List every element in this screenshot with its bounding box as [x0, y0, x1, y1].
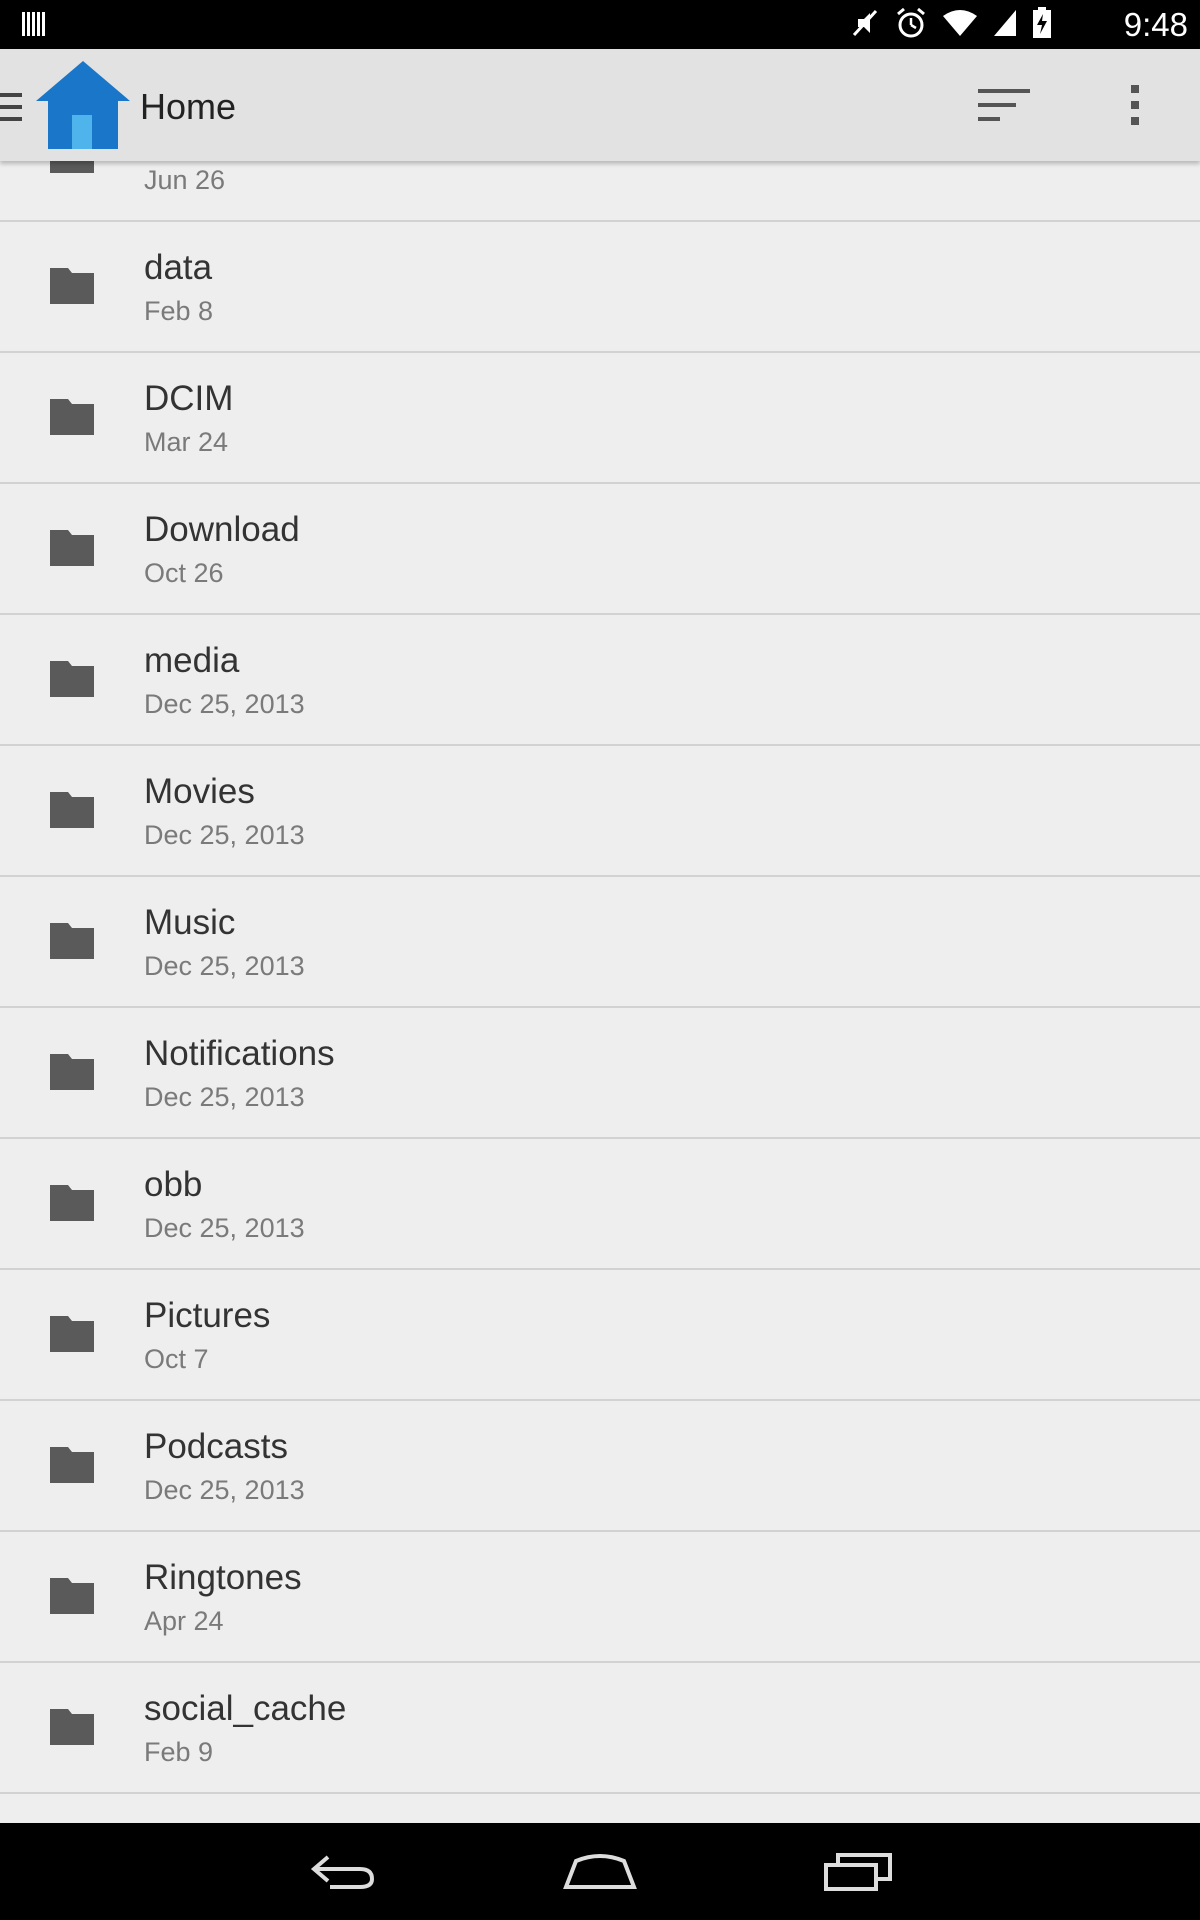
mute-icon: [850, 7, 880, 44]
folder-icon: [50, 399, 94, 435]
overflow-menu-icon[interactable]: [1110, 77, 1160, 133]
file-date: Dec 25, 2013: [144, 689, 305, 719]
file-row[interactable]: Podcasts Dec 25, 2013: [0, 1401, 1200, 1532]
file-date: Dec 25, 2013: [144, 820, 305, 850]
folder-icon: [50, 792, 94, 828]
file-name: Pictures: [144, 1296, 271, 1335]
folder-icon: [50, 661, 94, 697]
signal-icon: [992, 8, 1018, 43]
folder-icon: [50, 1316, 94, 1352]
folder-icon: [50, 1709, 94, 1745]
wifi-icon: [942, 8, 978, 43]
folder-icon: [50, 1447, 94, 1483]
clock: 9:48: [1123, 6, 1188, 43]
file-row[interactable]: DCIM Mar 24: [0, 353, 1200, 484]
file-row[interactable]: social_cache Feb 9: [0, 1663, 1200, 1794]
file-date: Dec 25, 2013: [144, 951, 305, 981]
folder-icon: [50, 530, 94, 566]
file-date: Jun 26: [144, 165, 226, 195]
file-name: Movies: [144, 772, 255, 811]
page-title: Home: [140, 86, 237, 127]
file-date: Dec 25, 2013: [144, 1082, 305, 1112]
file-row[interactable]: Download Oct 26: [0, 484, 1200, 615]
file-row[interactable]: Pictures Oct 7: [0, 1270, 1200, 1401]
file-date: Feb 8: [144, 296, 214, 326]
file-row[interactable]: data Feb 8: [0, 222, 1200, 353]
status-bar: 9:48: [0, 0, 1200, 49]
folder-icon: [50, 161, 94, 173]
back-icon[interactable]: [283, 1843, 403, 1899]
file-row[interactable]: Movies Dec 25, 2013: [0, 746, 1200, 877]
file-date: Oct 26: [144, 558, 224, 588]
file-row[interactable]: Notifications Dec 25, 2013: [0, 1008, 1200, 1139]
file-row[interactable]: Ringtones Apr 24: [0, 1532, 1200, 1663]
file-date: Dec 25, 2013: [144, 1213, 305, 1243]
folder-icon: [50, 268, 94, 304]
folder-icon: [50, 1578, 94, 1614]
file-name: Ringtones: [144, 1558, 302, 1597]
file-date: Feb 9: [144, 1737, 214, 1767]
file-date: Apr 24: [144, 1606, 224, 1636]
folder-icon: [50, 1185, 94, 1221]
home-icon[interactable]: [540, 1843, 660, 1899]
sort-icon[interactable]: [970, 77, 1040, 133]
home-folder-icon[interactable]: [34, 59, 132, 151]
file-name: Download: [144, 510, 300, 549]
file-name: Music: [144, 903, 236, 942]
folder-icon: [50, 923, 94, 959]
recent-apps-icon[interactable]: [798, 1843, 918, 1899]
file-name: media: [144, 641, 240, 680]
drawer-icon[interactable]: [0, 87, 22, 127]
battery-charging-icon: [1032, 6, 1052, 44]
file-name: Podcasts: [144, 1427, 288, 1466]
file-list[interactable]: Jun 26 data Feb 8 DCIM Mar 24 Download Oct 26 m…: [0, 161, 1200, 1823]
file-row[interactable]: Jun 26: [0, 161, 1200, 222]
file-name: obb: [144, 1165, 203, 1204]
alarm-icon: [894, 6, 928, 45]
folder-icon: [50, 1054, 94, 1090]
file-date: Oct 7: [144, 1344, 209, 1374]
file-name: social_cache: [144, 1689, 347, 1728]
file-date: Dec 25, 2013: [144, 1475, 305, 1505]
file-name: Notifications: [144, 1034, 335, 1073]
file-date: Mar 24: [144, 427, 229, 457]
action-bar: Home: [0, 49, 1200, 161]
file-name: DCIM: [144, 379, 234, 418]
file-row[interactable]: media Dec 25, 2013: [0, 615, 1200, 746]
barcode-icon: [20, 10, 48, 38]
file-row[interactable]: [0, 1794, 1200, 1823]
navigation-bar: [0, 1823, 1200, 1920]
file-row[interactable]: obb Dec 25, 2013: [0, 1139, 1200, 1270]
file-name: data: [144, 248, 213, 287]
file-row[interactable]: Music Dec 25, 2013: [0, 877, 1200, 1008]
